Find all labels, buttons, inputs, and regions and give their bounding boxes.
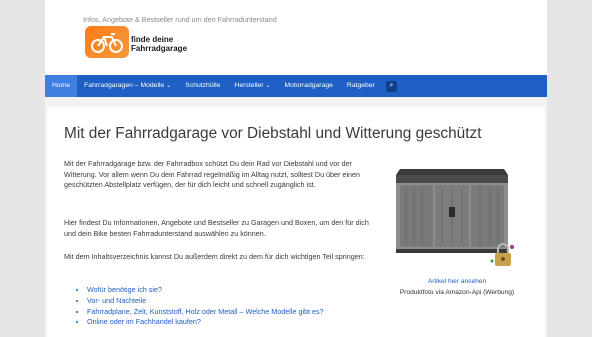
product-image[interactable] bbox=[392, 165, 515, 266]
nav-item-ratgeber[interactable]: Ratgeber bbox=[340, 75, 382, 97]
search-icon[interactable]: ⌕ bbox=[385, 80, 397, 92]
site-tagline: Infos, Angebote & Bestseller rund um den… bbox=[83, 15, 277, 24]
nav-item-home[interactable]: Home bbox=[45, 75, 78, 97]
intro-paragraph-1: Mit der Fahrradgarage bzw. der Fahrradbo… bbox=[64, 159, 361, 190]
product-link[interactable]: Artikel hier ansehen bbox=[392, 278, 522, 285]
toc-link[interactable]: Fahrradplane, Zelt, Kunststoff, Holz ode… bbox=[87, 307, 324, 316]
nav-label: Ratgeber bbox=[346, 82, 375, 89]
nav-label: Fahrradgaragen – Modelle bbox=[84, 82, 165, 89]
nav-item-schutzhuelle[interactable]: Schutzhülle bbox=[178, 75, 227, 97]
page-title: Mit der Fahrradgarage vor Diebstahl und … bbox=[64, 125, 482, 142]
toc-link[interactable]: Wofür benötige ich sie? bbox=[87, 285, 162, 294]
chevron-down-icon: ⌄ bbox=[265, 83, 271, 89]
nav-label: Home bbox=[52, 82, 71, 89]
logo-line-1: finde deine bbox=[131, 35, 174, 44]
intro-paragraph-2: Hier findest Du Informationen, Angebote … bbox=[64, 218, 369, 238]
nav-item-hersteller[interactable]: Hersteller ⌄ bbox=[227, 75, 277, 97]
table-of-contents: Wofür benötige ich sie? Vor- und Nachtei… bbox=[77, 285, 377, 328]
toc-item[interactable]: Vor- und Nachteile bbox=[87, 296, 377, 307]
site-header: Infos, Angebote & Bestseller rund um den… bbox=[45, 0, 547, 75]
toc-link[interactable]: Vor- und Nachteile bbox=[87, 296, 146, 305]
main-navigation: Home Fahrradgaragen – Modelle ⌄ Schutzhül… bbox=[45, 75, 547, 97]
toc-link[interactable]: Online oder im Fachhandel kaufen? bbox=[87, 317, 201, 326]
bicycle-logo-icon bbox=[85, 26, 129, 58]
site-logo[interactable]: finde deine Fahrradgarage bbox=[85, 26, 217, 62]
padlock-icon bbox=[490, 243, 515, 266]
nav-item-fahrradgaragen-modelle[interactable]: Fahrradgaragen – Modelle ⌄ bbox=[77, 75, 178, 97]
nav-label: Hersteller bbox=[234, 82, 264, 89]
toc-item[interactable]: Fahrradplane, Zelt, Kunststoff, Holz ode… bbox=[87, 307, 377, 318]
toc-item[interactable]: Wofür benötige ich sie? bbox=[87, 285, 377, 296]
nav-label: Motorradgarage bbox=[284, 82, 333, 89]
nav-label: Schutzhülle bbox=[185, 82, 221, 89]
product-caption: Produktfoto via Amazon-Api (Werbung) bbox=[399, 289, 515, 296]
intro-paragraph-3: Mit dem Inhaltsverzeichnis kannst Du auß… bbox=[64, 252, 365, 261]
nav-item-motorradgarage[interactable]: Motorradgarage bbox=[278, 75, 340, 97]
toc-item[interactable]: Online oder im Fachhandel kaufen? bbox=[87, 317, 377, 328]
chevron-down-icon: ⌄ bbox=[166, 83, 172, 89]
page-frame: Infos, Angebote & Bestseller rund um den… bbox=[45, 0, 547, 337]
main-content: Mit der Fahrradgarage vor Diebstahl und … bbox=[47, 107, 545, 337]
logo-line-2: Fahrradgarage bbox=[131, 44, 188, 53]
logo-text: finde deine Fahrradgarage bbox=[131, 35, 187, 53]
